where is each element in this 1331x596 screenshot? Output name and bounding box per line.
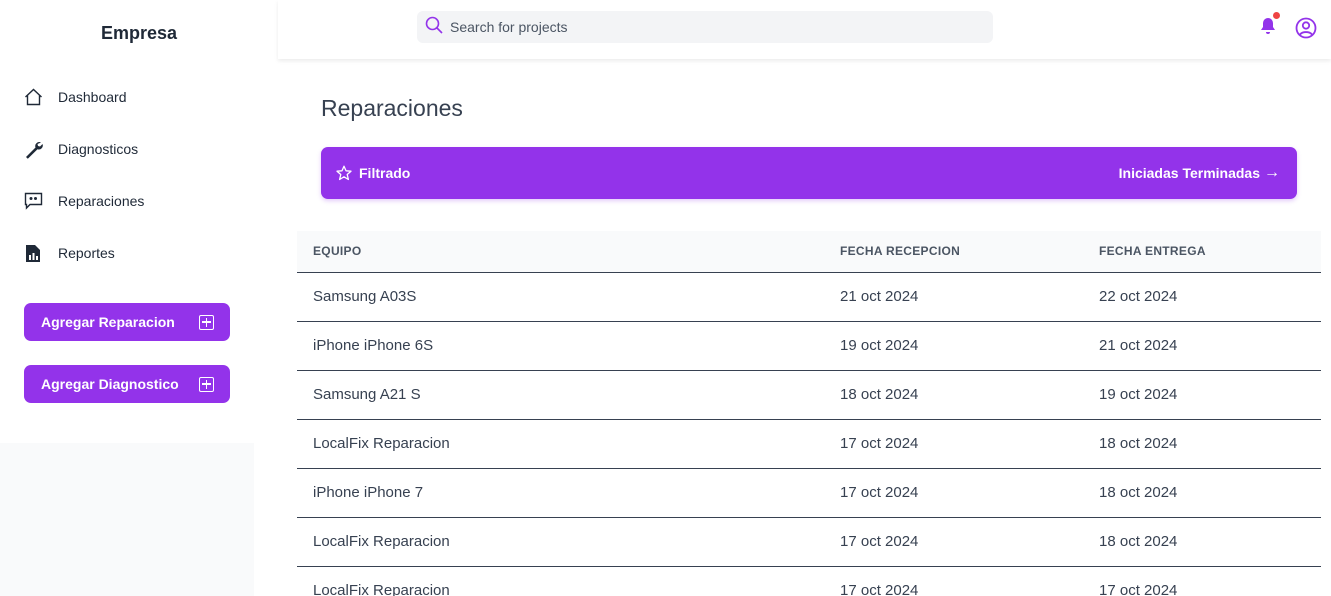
cell-fecha-recepcion: 17 oct 2024 — [840, 533, 919, 550]
cell-equipo: LocalFix Reparacion — [313, 582, 450, 596]
cell-fecha-entrega: 22 oct 2024 — [1099, 288, 1178, 305]
sidebar-item-reparaciones[interactable]: Reparaciones — [0, 175, 278, 227]
add-repair-label: Agregar Reparacion — [41, 314, 175, 330]
table-row[interactable]: Samsung A03S 21 oct 2024 22 oct 2024 — [297, 272, 1321, 321]
sidebar: Empresa Dashboard Diagnosticos Reparacio… — [0, 0, 278, 596]
cell-equipo: iPhone iPhone 7 — [313, 484, 424, 501]
table-row[interactable]: LocalFix Reparacion 17 oct 2024 17 oct 2… — [297, 566, 1321, 596]
sidebar-item-label: Diagnosticos — [58, 141, 139, 157]
cell-fecha-recepcion: 18 oct 2024 — [840, 386, 919, 403]
filter-label: Filtrado — [359, 165, 411, 181]
status-filter-label: Iniciadas Terminadas — [1118, 165, 1260, 181]
wrench-icon — [23, 139, 43, 159]
cell-fecha-entrega: 19 oct 2024 — [1099, 386, 1178, 403]
filter-button[interactable]: Filtrado — [336, 165, 410, 181]
top-header — [278, 0, 1331, 59]
cell-fecha-recepcion: 21 oct 2024 — [840, 288, 919, 305]
notifications-button[interactable] — [1260, 12, 1280, 35]
cell-fecha-entrega: 18 oct 2024 — [1099, 533, 1178, 550]
table-header-row: EQUIPO FECHA RECEPCION FECHA ENTREGA — [297, 231, 1321, 272]
cell-fecha-recepcion: 17 oct 2024 — [840, 582, 919, 596]
cell-equipo: Samsung A03S — [313, 288, 417, 305]
sidebar-nav: Dashboard Diagnosticos Reparaciones Repo… — [0, 71, 278, 279]
add-repair-button[interactable]: Agregar Reparacion — [24, 303, 230, 341]
column-header-fecha-entrega: FECHA ENTREGA — [1099, 244, 1206, 259]
cell-fecha-recepcion: 17 oct 2024 — [840, 484, 919, 501]
table-row[interactable]: LocalFix Reparacion 17 oct 2024 18 oct 2… — [297, 517, 1321, 566]
page-title: Reparaciones — [321, 95, 463, 121]
repairs-table: EQUIPO FECHA RECEPCION FECHA ENTREGA Sam… — [297, 231, 1321, 596]
report-file-icon — [23, 243, 43, 263]
cell-fecha-entrega: 18 oct 2024 — [1099, 484, 1178, 501]
notification-dot — [1273, 12, 1280, 19]
search-input[interactable] — [450, 19, 970, 35]
sidebar-item-reportes[interactable]: Reportes — [0, 227, 278, 279]
search-icon — [425, 16, 443, 39]
brand-title: Empresa — [100, 23, 178, 43]
column-header-fecha-recepcion: FECHA RECEPCION — [840, 244, 961, 259]
sidebar-item-label: Dashboard — [58, 89, 127, 105]
cell-equipo: iPhone iPhone 6S — [313, 337, 434, 354]
sidebar-item-diagnosticos[interactable]: Diagnosticos — [0, 123, 278, 175]
add-diagnostic-button[interactable]: Agregar Diagnostico — [24, 365, 230, 403]
add-diagnostic-label: Agregar Diagnostico — [41, 376, 179, 392]
chat-quote-icon — [23, 191, 43, 211]
table-row[interactable]: iPhone iPhone 6S 19 oct 2024 21 oct 2024 — [297, 321, 1321, 370]
user-circle-icon — [1295, 17, 1317, 39]
filter-bar: Filtrado Iniciadas Terminadas → — [321, 147, 1297, 199]
column-header-equipo: EQUIPO — [313, 244, 362, 259]
sidebar-item-label: Reportes — [58, 245, 115, 261]
plus-square-icon — [199, 314, 214, 330]
sidebar-item-dashboard[interactable]: Dashboard — [0, 71, 278, 123]
status-filter-link[interactable]: Iniciadas Terminadas → — [1119, 164, 1280, 182]
cell-fecha-recepcion: 19 oct 2024 — [840, 337, 919, 354]
cell-fecha-recepcion: 17 oct 2024 — [840, 435, 919, 452]
bell-icon — [1261, 18, 1275, 34]
table-row[interactable]: Samsung A21 S 18 oct 2024 19 oct 2024 — [297, 370, 1321, 419]
plus-square-icon — [199, 376, 214, 392]
cell-equipo: LocalFix Reparacion — [313, 435, 450, 452]
arrow-right-icon: → — [1264, 164, 1280, 181]
star-icon — [336, 165, 352, 181]
cell-fecha-entrega: 17 oct 2024 — [1099, 582, 1178, 596]
sidebar-item-label: Reparaciones — [58, 193, 145, 209]
table-row[interactable]: LocalFix Reparacion 17 oct 2024 18 oct 2… — [297, 419, 1321, 468]
search-bar[interactable] — [417, 11, 993, 43]
cell-equipo: LocalFix Reparacion — [313, 533, 450, 550]
profile-button[interactable] — [1295, 17, 1317, 39]
cell-fecha-entrega: 18 oct 2024 — [1099, 435, 1178, 452]
cell-equipo: Samsung A21 S — [313, 386, 421, 403]
table-row[interactable]: iPhone iPhone 7 17 oct 2024 18 oct 2024 — [297, 468, 1321, 517]
sidebar-footer-area — [0, 443, 254, 596]
home-icon — [23, 87, 43, 107]
cell-fecha-entrega: 21 oct 2024 — [1099, 337, 1178, 354]
